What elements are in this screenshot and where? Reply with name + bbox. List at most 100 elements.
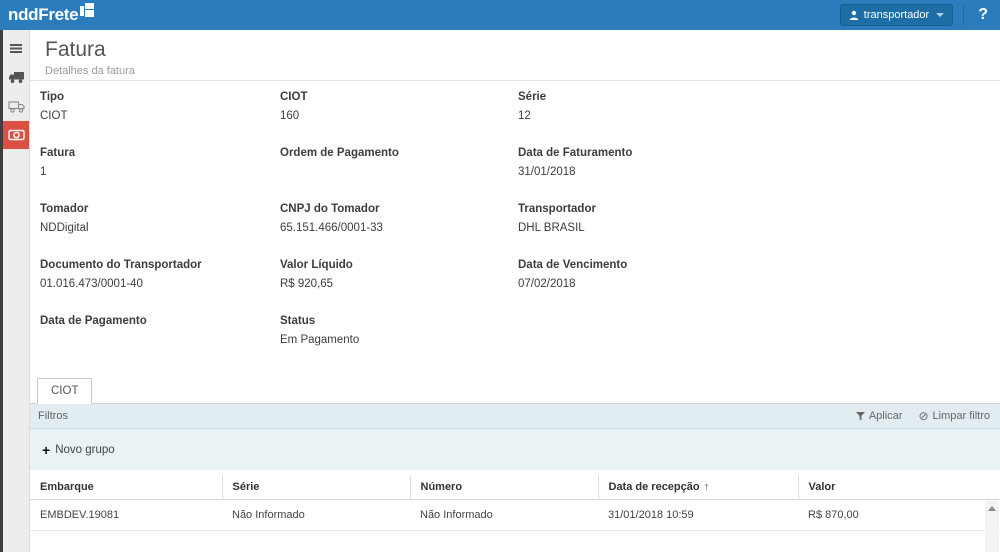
header-right: transportador ? [840,4,1000,26]
field-label: CIOT [280,91,518,103]
field-tipo: Tipo CIOT [40,91,280,123]
field-value: 65.151.466/0001-33 [280,222,518,235]
field-cnpj-tomador: CNPJ do Tomador 65.151.466/0001-33 [280,203,518,235]
field-value [280,166,518,179]
field-ordem-pagamento: Ordem de Pagamento [280,147,518,179]
cell-valor: R$ 870,00 [798,500,1000,531]
field-label: Série [518,91,1000,103]
field-value: 07/02/2018 [518,278,1000,291]
field-label: Data de Faturamento [518,147,1000,159]
new-group-band: + Novo grupo [30,429,1000,470]
page-title: Fatura [45,38,1000,62]
circle-slash-icon: ⊘ [918,410,928,422]
clear-filter-label: Limpar filtro [933,410,990,422]
field-empty [518,315,1000,347]
field-transportador: Transportador DHL BRASIL [518,203,1000,235]
field-value: 12 [518,110,1000,123]
column-header-valor[interactable]: Valor [798,475,1000,500]
field-ciot: CIOT 160 [280,91,518,123]
funnel-icon [856,412,865,421]
apply-filter-label: Aplicar [869,410,903,422]
field-data-vencimento: Data de Vencimento 07/02/2018 [518,259,1000,291]
app-header: nddFrete transportador ? [0,0,1000,30]
field-data-pagamento: Data de Pagamento [40,315,280,347]
sidebar-item-invoices[interactable] [3,121,29,149]
plus-icon: + [42,443,50,457]
scroll-up-icon [988,506,996,511]
clear-filter-button[interactable]: ⊘ Limpar filtro [918,410,990,422]
tab-ciot[interactable]: CIOT [37,378,92,404]
sidebar-item-freight[interactable] [3,92,29,120]
field-fatura: Fatura 1 [40,147,280,179]
field-label: Status [280,315,518,327]
field-label: Fatura [40,147,280,159]
brand-name: nddFrete [8,1,78,29]
header-divider [963,5,964,25]
person-icon [849,10,859,20]
user-menu-label: transportador [864,9,929,21]
column-header-numero[interactable]: Número [410,475,598,500]
field-value: 160 [280,110,518,123]
table-row[interactable]: EMBDEV.19081 Não Informado Não Informado… [30,500,1000,531]
field-label: Documento do Transportador [40,259,280,271]
field-status: Status Em Pagamento [280,315,518,347]
page-head: Fatura Detalhes da fatura [30,30,1000,81]
field-value: 01.016.473/0001-40 [40,278,280,291]
field-value: 1 [40,166,280,179]
field-value: CIOT [40,110,280,123]
field-serie: Série 12 [518,91,1000,123]
cell-embarque: EMBDEV.19081 [30,500,222,531]
sidebar-item-menu[interactable] [3,34,29,62]
filter-actions: Aplicar ⊘ Limpar filtro [856,410,990,422]
cell-serie: Não Informado [222,500,410,531]
field-label: Valor Líquido [280,259,518,271]
cell-data-recepcao: 31/01/2018 10:59 [598,500,798,531]
field-label: Tomador [40,203,280,215]
column-header-embarque[interactable]: Embarque [30,475,222,500]
brand-squares-icon [80,3,95,18]
field-label: CNPJ do Tomador [280,203,518,215]
field-label: Data de Vencimento [518,259,1000,271]
column-header-serie[interactable]: Série [222,475,410,500]
results-grid: Embarque Série Número Data de recepção↑ … [30,475,1000,552]
menu-icon [9,43,23,54]
field-label: Data de Pagamento [40,315,280,327]
new-group-button[interactable]: + Novo grupo [42,443,115,457]
tabstrip: CIOT [30,377,1000,404]
user-menu-button[interactable]: transportador [840,4,953,26]
field-value: NDDigital [40,222,280,235]
filters-title: Filtros [38,410,68,422]
field-doc-transportador: Documento do Transportador 01.016.473/00… [40,259,280,291]
sidebar [3,30,30,552]
main-content: Fatura Detalhes da fatura Tipo CIOT CIOT… [30,30,1000,552]
sort-asc-icon: ↑ [704,481,710,493]
truck-outline-icon [8,100,25,113]
field-value: DHL BRASIL [518,222,1000,235]
truck-icon [8,71,25,84]
grid-scrollbar[interactable] [985,501,999,552]
field-label: Ordem de Pagamento [280,147,518,159]
app-body: Fatura Detalhes da fatura Tipo CIOT CIOT… [0,30,1000,552]
grid-header-row: Embarque Série Número Data de recepção↑ … [30,475,1000,500]
sidebar-item-shipments[interactable] [3,63,29,91]
column-header-data-recepcao[interactable]: Data de recepção↑ [598,475,798,500]
field-value [40,334,280,347]
money-icon [8,129,25,141]
page-subtitle: Detalhes da fatura [45,65,1000,77]
field-value: Em Pagamento [280,334,518,347]
chevron-down-icon [936,13,944,17]
apply-filter-button[interactable]: Aplicar [856,410,903,422]
field-tomador: Tomador NDDigital [40,203,280,235]
field-label: Transportador [518,203,1000,215]
brand-logo: nddFrete [8,1,95,29]
filter-bar: Filtros Aplicar ⊘ Limpar filtro [30,404,1000,429]
field-value: R$ 920,65 [280,278,518,291]
invoice-details: Tipo CIOT CIOT 160 Série 12 Fatura 1 Ord… [30,81,1000,377]
new-group-label: Novo grupo [55,444,114,456]
field-value: 31/01/2018 [518,166,1000,179]
cell-numero: Não Informado [410,500,598,531]
field-valor-liquido: Valor Líquido R$ 920,65 [280,259,518,291]
help-button[interactable]: ? [972,6,994,24]
field-label: Tipo [40,91,280,103]
field-data-faturamento: Data de Faturamento 31/01/2018 [518,147,1000,179]
